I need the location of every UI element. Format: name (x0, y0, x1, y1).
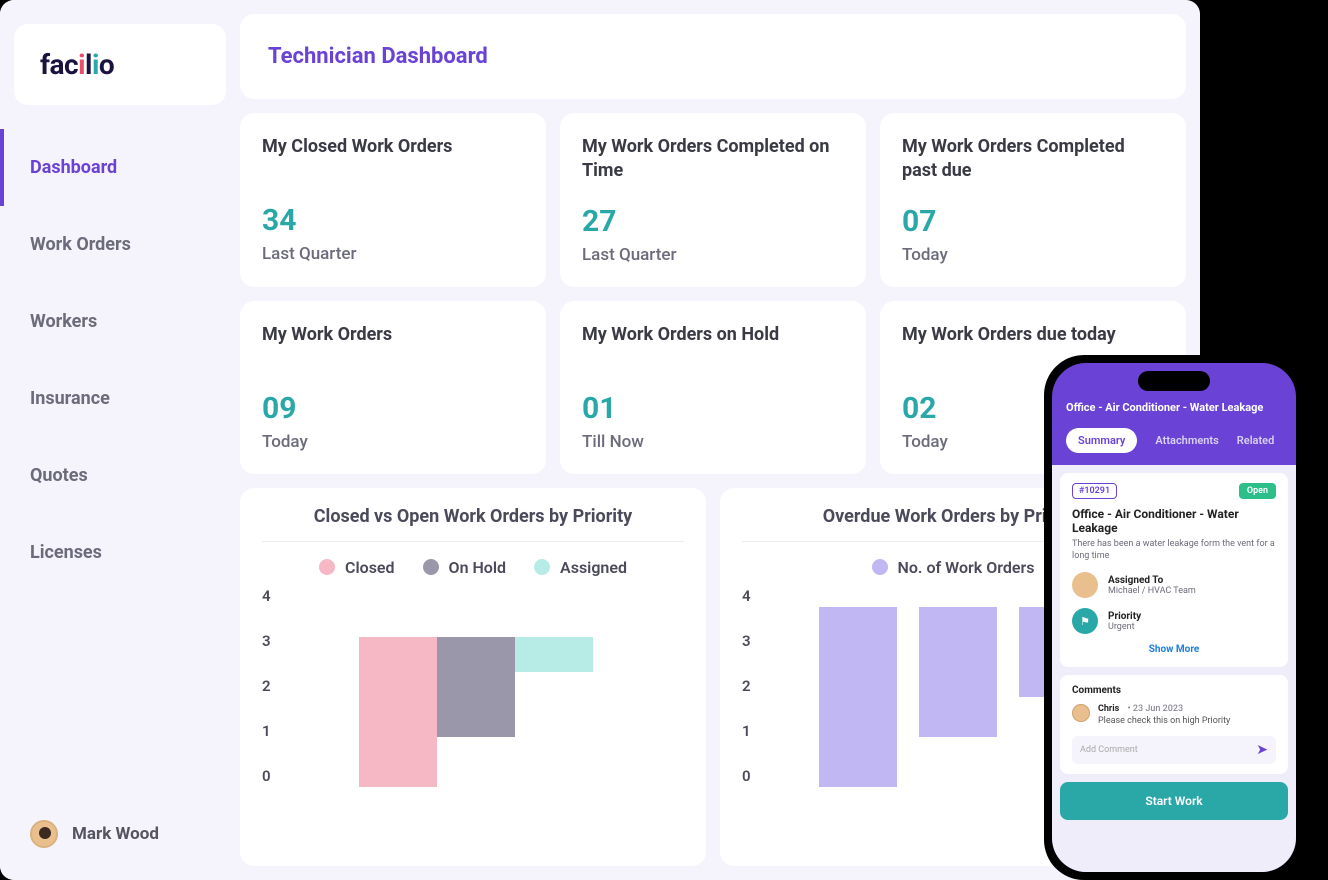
stat-card-my-wo: My Work Orders 09 Today (240, 301, 546, 474)
desktop-app-window: facilio Dashboard Work Orders Workers In… (0, 0, 1200, 880)
avatar (30, 820, 58, 848)
stat-card-hold: My Work Orders on Hold 01 Till Now (560, 301, 866, 474)
legend-closed: Closed (319, 558, 395, 577)
comments-card: Comments Chris • 23 Jun 2023 Please chec… (1060, 675, 1288, 774)
swatch-icon (872, 559, 888, 575)
comment-input[interactable]: Add Comment ➤ (1072, 736, 1276, 764)
flag-icon: ⚑ (1072, 608, 1098, 634)
person-icon (1072, 572, 1098, 598)
field-value: Urgent (1108, 622, 1141, 632)
bar-overdue-1 (819, 607, 897, 787)
stat-sub: Last Quarter (262, 244, 524, 264)
comment-head: Chris • 23 Jun 2023 (1098, 704, 1230, 714)
tab-attachments[interactable]: Attachments (1155, 434, 1218, 447)
stat-value: 34 (262, 203, 524, 238)
mobile-device-frame: Office - Air Conditioner - Water Leakage… (1044, 355, 1304, 880)
chart-body: 4 3 2 1 0 (262, 583, 684, 856)
stat-sub: Last Quarter (582, 245, 844, 265)
bar-assigned (515, 637, 593, 672)
sidebar: facilio Dashboard Work Orders Workers In… (0, 0, 240, 880)
legend-onhold: On Hold (423, 558, 507, 577)
comment-item: Chris • 23 Jun 2023 Please check this on… (1072, 704, 1276, 726)
stat-card-past-due: My Work Orders Completed past due 07 Tod… (880, 113, 1186, 287)
bar-plot (279, 587, 684, 787)
swatch-icon (319, 559, 335, 575)
comments-heading: Comments (1072, 685, 1276, 696)
stat-value: 07 (902, 204, 1164, 239)
stat-title: My Work Orders (262, 323, 524, 371)
mobile-tabs: Summary Attachments Related (1052, 414, 1296, 465)
stat-value: 27 (582, 204, 844, 239)
user-name: Mark Wood (72, 824, 159, 844)
sidebar-item-quotes[interactable]: Quotes (0, 437, 240, 514)
mobile-screen: Office - Air Conditioner - Water Leakage… (1052, 363, 1296, 872)
device-notch (1138, 371, 1210, 391)
stat-card-on-time: My Work Orders Completed on Time 27 Last… (560, 113, 866, 287)
send-icon[interactable]: ➤ (1256, 742, 1268, 758)
stat-title: My Work Orders on Hold (582, 323, 844, 371)
current-user[interactable]: Mark Wood (0, 808, 240, 860)
priority-row: ⚑ Priority Urgent (1072, 608, 1276, 634)
stat-sub: Today (902, 245, 1164, 265)
work-order-title: Office - Air Conditioner - Water Leakage (1072, 507, 1276, 535)
bar-overdue-2 (919, 607, 997, 737)
work-order-card: #10291 Open Office - Air Conditioner - W… (1060, 473, 1288, 667)
tab-related[interactable]: Related (1237, 434, 1274, 447)
tab-summary[interactable]: Summary (1066, 428, 1137, 453)
assigned-to-row: Assigned To Michael / HVAC Team (1072, 572, 1276, 598)
stat-row-1: My Closed Work Orders 34 Last Quarter My… (240, 113, 1186, 287)
chart-legend: Closed On Hold Assigned (262, 542, 684, 583)
comment-body: Please check this on high Priority (1098, 716, 1230, 726)
mobile-body: #10291 Open Office - Air Conditioner - W… (1052, 465, 1296, 872)
stat-card-closed: My Closed Work Orders 34 Last Quarter (240, 113, 546, 287)
y-axis: 4 3 2 1 0 (742, 587, 751, 787)
page-title: Technician Dashboard (268, 44, 1158, 69)
sidebar-item-insurance[interactable]: Insurance (0, 360, 240, 437)
y-axis: 4 3 2 1 0 (262, 587, 271, 787)
sidebar-item-licenses[interactable]: Licenses (0, 514, 240, 591)
mobile-page-title: Office - Air Conditioner - Water Leakage (1066, 401, 1282, 414)
start-work-button[interactable]: Start Work (1060, 782, 1288, 820)
swatch-icon (534, 559, 550, 575)
field-value: Michael / HVAC Team (1108, 586, 1196, 596)
sidebar-item-work-orders[interactable]: Work Orders (0, 206, 240, 283)
stat-title: My Closed Work Orders (262, 135, 524, 183)
page-header: Technician Dashboard (240, 14, 1186, 99)
stat-title: My Work Orders Completed on Time (582, 135, 844, 184)
field-label: Priority (1108, 611, 1141, 622)
sidebar-item-workers[interactable]: Workers (0, 283, 240, 360)
stat-sub: Till Now (582, 432, 844, 452)
status-badge: Open (1239, 483, 1276, 499)
stat-value: 09 (262, 391, 524, 426)
bar-onhold (437, 637, 515, 737)
comment-placeholder: Add Comment (1080, 745, 1248, 755)
bar-closed (359, 637, 437, 787)
stat-sub: Today (262, 432, 524, 452)
sidebar-item-dashboard[interactable]: Dashboard (0, 129, 240, 206)
brand-logo: facilio (40, 48, 200, 81)
logo-card: facilio (14, 24, 226, 105)
sidebar-nav: Dashboard Work Orders Workers Insurance … (0, 129, 240, 808)
show-more-link[interactable]: Show More (1072, 634, 1276, 657)
field-label: Assigned To (1108, 575, 1196, 586)
legend-assigned: Assigned (534, 558, 627, 577)
stat-title: My Work Orders Completed past due (902, 135, 1164, 184)
chart-title: Closed vs Open Work Orders by Priority (262, 506, 684, 542)
chart-closed-vs-open: Closed vs Open Work Orders by Priority C… (240, 488, 706, 866)
work-order-id: #10291 (1072, 483, 1117, 499)
swatch-icon (423, 559, 439, 575)
legend-count: No. of Work Orders (872, 558, 1035, 577)
stat-value: 01 (582, 391, 844, 426)
work-order-description: There has been a water leakage form the … (1072, 539, 1276, 562)
avatar (1072, 704, 1090, 722)
